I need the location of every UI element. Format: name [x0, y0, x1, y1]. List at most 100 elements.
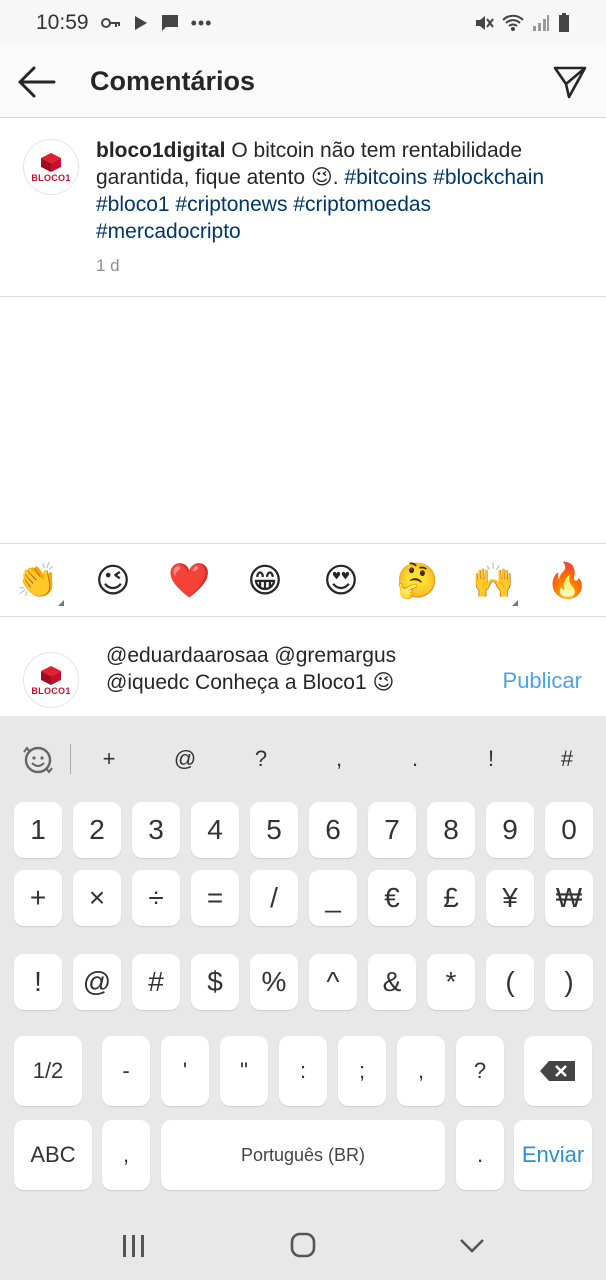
wink-emoji[interactable]: 😉 [92, 560, 134, 602]
emoji-keyboard-icon[interactable] [20, 742, 56, 778]
play-store-icon [134, 16, 147, 30]
key[interactable]: ^ [309, 954, 357, 1010]
wifi-icon [502, 14, 524, 31]
direct-send-icon[interactable] [552, 64, 588, 100]
system-nav-bar [0, 1212, 606, 1280]
symbol-key[interactable]: , [324, 746, 354, 772]
key[interactable]: % [250, 954, 298, 1010]
key[interactable]: ? [456, 1036, 504, 1106]
key[interactable]: = [191, 870, 239, 926]
signal-icon [533, 15, 549, 31]
grin-emoji[interactable]: 😁 [244, 560, 286, 602]
key[interactable]: & [368, 954, 416, 1010]
avatar: BLOCO1 [23, 652, 79, 708]
emoji-quick-bar: 👏 😉 ❤️ 😁 😍 🤔 🙌 🔥 [0, 543, 606, 617]
abc-key[interactable]: ABC [14, 1120, 92, 1190]
clapping-emoji[interactable]: 👏 [16, 560, 58, 602]
key[interactable]: $ [191, 954, 239, 1010]
symbol-key[interactable]: @ [170, 746, 200, 772]
space-key[interactable]: Português (BR) [161, 1120, 445, 1190]
key[interactable]: + [14, 870, 62, 926]
key[interactable]: / [250, 870, 298, 926]
more-notifications-icon: ••• [190, 12, 213, 33]
avatar-brand: BLOCO1 [31, 172, 71, 183]
key[interactable]: 2 [73, 802, 121, 858]
comment-input-line: @iquedc Conheça a Bloco1 😉 [106, 671, 395, 694]
key[interactable]: _ [309, 870, 357, 926]
key[interactable]: 1 [14, 802, 62, 858]
back-nav-icon[interactable] [452, 1230, 492, 1262]
caption-time: 1 d [96, 256, 120, 275]
hashtag[interactable]: #criptomoedas [293, 193, 431, 216]
key[interactable]: # [132, 954, 180, 1010]
key[interactable]: 6 [309, 802, 357, 858]
fire-emoji[interactable]: 🔥 [546, 560, 588, 602]
hashtag[interactable]: #blockchain [433, 166, 544, 189]
raised-hands-emoji[interactable]: 🙌 [472, 560, 514, 602]
caption-text: bloco1digital O bitcoin não tem rentabil… [96, 139, 545, 243]
keyboard-symbol-row: + @ ? , . ! # [0, 716, 606, 792]
avatar[interactable]: BLOCO1 [23, 139, 79, 195]
symbol-key[interactable]: . [400, 746, 430, 772]
key[interactable]: € [368, 870, 416, 926]
back-arrow-icon[interactable] [16, 64, 56, 100]
hashtag[interactable]: #bloco1 [96, 193, 170, 216]
hashtag[interactable]: #bitcoins [344, 166, 427, 189]
key[interactable]: 8 [427, 802, 475, 858]
avatar-brand: BLOCO1 [31, 685, 71, 696]
key[interactable]: × [73, 870, 121, 926]
key[interactable]: 0 [545, 802, 593, 858]
key[interactable]: ( [486, 954, 534, 1010]
thinking-emoji[interactable]: 🤔 [396, 560, 438, 602]
page-toggle-key[interactable]: 1/2 [14, 1036, 82, 1106]
symbol-key[interactable]: + [94, 746, 124, 772]
header: Comentários [0, 46, 606, 118]
key[interactable]: : [279, 1036, 327, 1106]
recent-apps-icon[interactable] [114, 1230, 154, 1262]
symbol-key[interactable]: ! [476, 746, 506, 772]
key[interactable]: ) [545, 954, 593, 1010]
hashtag[interactable]: #mercadocripto [96, 220, 241, 243]
status-bar: 10:59 ••• [0, 0, 606, 46]
key[interactable]: ' [161, 1036, 209, 1106]
caption-username[interactable]: bloco1digital [96, 139, 226, 162]
key[interactable]: ! [14, 954, 62, 1010]
key[interactable]: 9 [486, 802, 534, 858]
key[interactable]: * [427, 954, 475, 1010]
skin-tone-indicator [58, 600, 64, 606]
key-icon [100, 18, 120, 28]
key[interactable]: " [220, 1036, 268, 1106]
key[interactable]: 4 [191, 802, 239, 858]
backspace-key[interactable] [524, 1036, 592, 1106]
key[interactable]: ¥ [486, 870, 534, 926]
key[interactable]: ₩ [545, 870, 593, 926]
key[interactable]: ÷ [132, 870, 180, 926]
key[interactable]: @ [73, 954, 121, 1010]
wink-emoji: 😉 [310, 166, 333, 189]
key[interactable]: 3 [132, 802, 180, 858]
key[interactable]: 7 [368, 802, 416, 858]
period-key[interactable]: . [456, 1120, 504, 1190]
key[interactable]: - [102, 1036, 150, 1106]
key[interactable]: £ [427, 870, 475, 926]
send-key[interactable]: Enviar [514, 1120, 592, 1190]
publish-button[interactable]: Publicar [503, 668, 582, 694]
key[interactable]: , [397, 1036, 445, 1106]
comment-input-line: @eduardaarosaa @gremargus [106, 644, 397, 667]
message-icon [161, 15, 178, 31]
bloco1-logo-icon [41, 665, 61, 685]
mute-icon [476, 16, 494, 30]
bloco1-logo-icon [41, 152, 61, 172]
symbol-key[interactable]: ? [246, 746, 276, 772]
comma-key[interactable]: , [102, 1120, 150, 1190]
hashtag[interactable]: #criptonews [175, 193, 287, 216]
battery-icon [559, 13, 569, 32]
key[interactable]: ; [338, 1036, 386, 1106]
symbol-key[interactable]: # [552, 746, 582, 772]
backspace-icon [540, 1061, 575, 1081]
heart-eyes-emoji[interactable]: 😍 [320, 560, 362, 602]
heart-emoji[interactable]: ❤️ [168, 560, 210, 602]
home-icon[interactable] [283, 1230, 323, 1262]
key[interactable]: 5 [250, 802, 298, 858]
comment-input[interactable]: @eduardaarosaa @gremargus @iquedc Conheç… [106, 642, 476, 696]
